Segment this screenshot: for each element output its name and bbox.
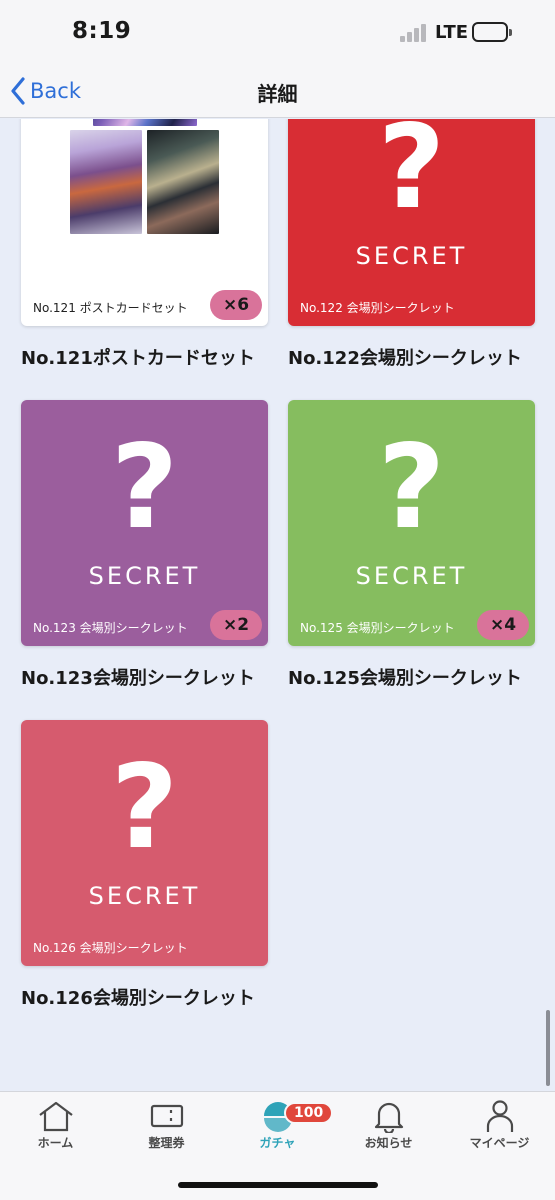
item-caption: No.121 ポストカードセット [33, 301, 188, 315]
signal-icon [400, 24, 428, 42]
tab-ticket[interactable]: 整理券 [111, 1098, 222, 1158]
item-card[interactable]: ? SECRET No.125 会場別シークレット ×4 [288, 400, 535, 646]
item-caption: No.125 会場別シークレット [300, 621, 455, 635]
postcard-image [147, 130, 219, 234]
item-caption: No.123 会場別シークレット [33, 621, 188, 635]
tab-label: お知らせ [364, 1136, 413, 1150]
item-title: No.122会場別シークレット [288, 348, 522, 369]
tab-home[interactable]: ホーム [0, 1098, 111, 1158]
item-card[interactable]: ? SECRET No.122 会場別シークレット [288, 119, 535, 326]
item-caption: No.126 会場別シークレット [33, 941, 188, 955]
item-card[interactable]: ? SECRET No.123 会場別シークレット ×2 [21, 400, 268, 646]
secret-label: SECRET [88, 562, 201, 590]
question-mark-icon: ? [110, 420, 179, 555]
secret-label: SECRET [88, 882, 201, 910]
tab-gacha[interactable]: 100 ガチャ [222, 1098, 334, 1158]
item-card[interactable]: ? SECRET No.126 会場別シークレット [21, 720, 268, 966]
tab-label: ホーム [37, 1136, 74, 1150]
grid-item[interactable]: ? SECRET No.122 会場別シークレット No.122会場別シークレッ… [288, 119, 535, 370]
ticket-icon [150, 1104, 183, 1128]
status-time: 8:19 [72, 18, 132, 44]
count-badge: ×4 [477, 610, 529, 640]
grid-item[interactable]: ? SECRET No.123 会場別シークレット ×2 No.123会場別シー… [21, 400, 268, 690]
item-title: No.126会場別シークレット [21, 988, 255, 1009]
count-badge: ×2 [210, 610, 262, 640]
secret-label: SECRET [355, 242, 468, 270]
item-title: No.121ポストカードセット [21, 348, 255, 369]
item-caption: No.122 会場別シークレット [300, 301, 455, 315]
postcard-image [93, 119, 197, 126]
tab-notices[interactable]: お知らせ [333, 1098, 444, 1158]
home-icon [38, 1101, 73, 1132]
grid-item[interactable]: ? SECRET No.125 会場別シークレット ×4 No.125会場別シー… [288, 400, 535, 690]
battery-icon [472, 22, 512, 42]
item-title: No.123会場別シークレット [21, 668, 255, 689]
person-icon [486, 1100, 513, 1132]
navigation-bar: Back 詳細 [0, 64, 555, 118]
tab-mypage[interactable]: マイページ [444, 1098, 555, 1158]
tab-label: ガチャ [259, 1136, 296, 1150]
postcard-image [70, 130, 142, 234]
status-bar: 8:19 LTE [0, 0, 555, 64]
item-title: No.125会場別シークレット [288, 668, 522, 689]
question-mark-icon: ? [110, 740, 179, 875]
item-card[interactable]: No.121 ポストカードセット ×6 [21, 119, 268, 326]
gacha-badge: 100 [284, 1102, 334, 1124]
tab-label: 整理券 [148, 1136, 185, 1150]
page-title: 詳細 [257, 82, 298, 106]
bell-icon [374, 1102, 403, 1133]
scrollbar[interactable] [546, 1010, 550, 1086]
item-grid-scroll[interactable]: No.121 ポストカードセット ×6 No.121ポストカードセット ? SE… [0, 119, 555, 1091]
network-label: LTE [435, 22, 469, 43]
secret-label: SECRET [355, 562, 468, 590]
home-indicator [178, 1182, 378, 1188]
grid-item[interactable]: No.121 ポストカードセット ×6 No.121ポストカードセット [21, 119, 268, 370]
question-mark-icon: ? [377, 119, 446, 235]
tab-label: マイページ [469, 1136, 530, 1150]
grid-item[interactable]: ? SECRET No.126 会場別シークレット No.126会場別シークレッ… [21, 720, 268, 1010]
count-badge: ×6 [210, 290, 262, 320]
question-mark-icon: ? [377, 420, 446, 555]
